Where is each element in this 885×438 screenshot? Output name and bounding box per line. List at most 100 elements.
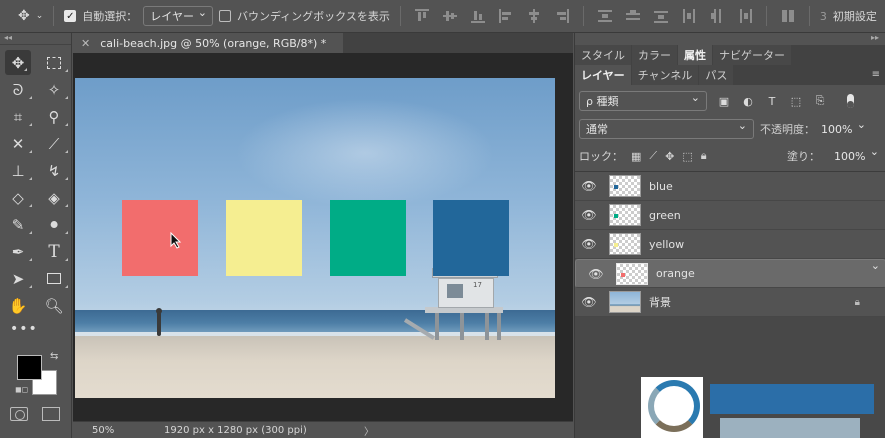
green-square[interactable]: [330, 200, 406, 276]
distribute-top-icon[interactable]: [597, 9, 612, 23]
panel-collapse-toggle[interactable]: ▸▸: [575, 33, 885, 45]
auto-align-icon[interactable]: [781, 9, 795, 23]
distribute-vcenter-icon[interactable]: [625, 9, 640, 23]
distribute-right-icon[interactable]: [738, 9, 752, 23]
sand: [75, 336, 555, 398]
lasso-tool-icon[interactable]: ᘐ: [0, 76, 36, 103]
edit-toolbar-icon[interactable]: •••: [0, 321, 71, 337]
type-filter-icon[interactable]: T: [765, 94, 779, 108]
type-tool-icon[interactable]: T: [36, 238, 72, 265]
swap-colors-icon[interactable]: ⇆: [50, 351, 58, 362]
tab-layers[interactable]: レイヤー: [575, 65, 631, 85]
tab-channels[interactable]: チャンネル: [631, 65, 699, 85]
preset-label[interactable]: 初期設定: [833, 8, 877, 24]
document-tab[interactable]: ✕ cali-beach.jpg @ 50% (orange, RGB/8*) …: [73, 33, 343, 53]
yellow-square[interactable]: [226, 200, 302, 276]
distribute-bottom-icon[interactable]: [653, 9, 668, 23]
layer-name[interactable]: green: [649, 209, 681, 222]
blue-square[interactable]: [433, 200, 509, 276]
fill-field[interactable]: 100%: [831, 145, 881, 166]
align-bottom-icon[interactable]: [470, 9, 485, 23]
move-tool-icon[interactable]: ✥: [18, 9, 30, 23]
tab-properties[interactable]: 属性: [678, 45, 712, 65]
align-left-icon[interactable]: [498, 9, 513, 23]
status-more-icon[interactable]: 〉: [364, 423, 374, 438]
chevron-down-icon[interactable]: ⌄: [36, 11, 44, 21]
eye-icon[interactable]: 👁︎: [575, 295, 603, 309]
lock-artboard-icon[interactable]: ⬚: [682, 150, 692, 163]
eye-icon[interactable]: 👁︎: [575, 208, 603, 222]
magic-wand-icon[interactable]: ✧: [36, 76, 72, 103]
paint-bucket-icon[interactable]: ◈: [36, 184, 72, 211]
eraser-tool-icon[interactable]: ◇: [0, 184, 36, 211]
auto-select-checkbox[interactable]: ✓: [64, 10, 77, 22]
panel-menu-icon[interactable]: ≡: [872, 69, 880, 80]
default-colors-icon[interactable]: ◼◻: [15, 385, 28, 394]
divider: [582, 6, 584, 26]
eye-icon[interactable]: 👁︎: [582, 267, 610, 281]
history-brush-icon[interactable]: ↯: [36, 157, 72, 184]
adjustment-filter-icon[interactable]: ◐: [741, 94, 755, 108]
tab-paths[interactable]: パス: [699, 65, 734, 85]
options-bar: ✥ ⌄ ✓ 自動選択： レイヤー バウンディングボックスを表示 3 初期設定: [0, 0, 885, 33]
lock-all-icon[interactable]: 🔒︎: [701, 149, 707, 163]
brush-tool-icon[interactable]: ⟋: [36, 130, 72, 157]
healing-brush-icon[interactable]: ✕: [0, 130, 36, 157]
screen-mode-icon[interactable]: [42, 407, 60, 421]
distribute-hcenter-icon[interactable]: [710, 9, 724, 23]
layer-name[interactable]: blue: [649, 180, 673, 193]
lock-position-icon[interactable]: ✥: [665, 150, 674, 163]
align-hcenter-icon[interactable]: [527, 9, 541, 23]
show-transform-checkbox[interactable]: [218, 10, 231, 22]
stamp-tool-icon[interactable]: ⊥: [0, 157, 36, 184]
auto-select-target-dropdown[interactable]: レイヤー: [143, 6, 213, 26]
opacity-field[interactable]: 100%: [818, 118, 868, 139]
quick-mask-icon[interactable]: [10, 407, 28, 421]
lock-pixels-icon[interactable]: ⟋: [649, 149, 657, 163]
tab-color[interactable]: カラー: [632, 45, 677, 65]
dodge-tool-icon[interactable]: ⚫: [36, 211, 72, 238]
pen-tool-icon[interactable]: ✒: [0, 238, 36, 265]
blend-mode-dropdown[interactable]: 通常: [579, 119, 754, 139]
layer-row-selected[interactable]: 👁︎ orange: [575, 259, 885, 288]
smart-object-filter-icon[interactable]: ⎘: [813, 94, 827, 108]
layer-row[interactable]: 👁︎ blue: [575, 172, 885, 201]
layer-row[interactable]: 👁︎ green: [575, 201, 885, 230]
close-icon[interactable]: ✕: [81, 37, 90, 50]
image-canvas[interactable]: 17: [75, 78, 555, 398]
layer-name[interactable]: yellow: [649, 238, 684, 251]
distribute-left-icon[interactable]: [682, 9, 696, 23]
foreground-color-swatch[interactable]: [17, 355, 42, 380]
red-square[interactable]: [122, 200, 198, 276]
eye-icon[interactable]: 👁︎: [575, 237, 603, 251]
rectangle-tool-icon[interactable]: [36, 265, 72, 292]
tab-navigator[interactable]: ナビゲーター: [713, 45, 791, 65]
collapse-toggle[interactable]: ◂◂: [0, 33, 71, 45]
layer-name[interactable]: orange: [656, 267, 695, 280]
zoom-level[interactable]: 50%: [92, 425, 164, 436]
tab-styles[interactable]: スタイル: [575, 45, 631, 65]
filter-kind-dropdown[interactable]: ρ 種類: [579, 91, 707, 111]
layer-row[interactable]: 👁︎ 背景 🔒︎: [575, 288, 885, 317]
image-filter-icon[interactable]: ▣: [717, 94, 731, 108]
tower-sign: 17: [473, 281, 482, 289]
marquee-tool-icon[interactable]: [36, 49, 72, 76]
align-vcenter-icon[interactable]: [442, 9, 457, 23]
lock-transparent-icon[interactable]: ▦: [631, 150, 641, 163]
eye-icon[interactable]: 👁︎: [575, 179, 603, 193]
crop-tool-icon[interactable]: ⌗: [0, 103, 36, 130]
move-tool-icon[interactable]: ✥: [5, 50, 31, 75]
path-select-icon[interactable]: ➤: [0, 265, 36, 292]
hand-tool-icon[interactable]: ✋: [0, 292, 36, 319]
layer-name[interactable]: 背景: [649, 294, 671, 310]
align-right-icon[interactable]: [555, 9, 569, 23]
filter-toggle[interactable]: [847, 94, 854, 108]
eyedropper-icon[interactable]: ⚲: [36, 103, 72, 130]
divider: [765, 6, 767, 26]
align-top-icon[interactable]: [414, 9, 429, 23]
shape-filter-icon[interactable]: ⬚: [789, 94, 803, 108]
layers-list: 👁︎ blue 👁︎ green 👁︎ yellow 👁︎ orange 👁︎: [575, 171, 885, 317]
blur-tool-icon[interactable]: ✎: [0, 211, 36, 238]
zoom-tool-icon[interactable]: 🔍︎: [36, 292, 72, 319]
layer-row[interactable]: 👁︎ yellow: [575, 230, 885, 259]
